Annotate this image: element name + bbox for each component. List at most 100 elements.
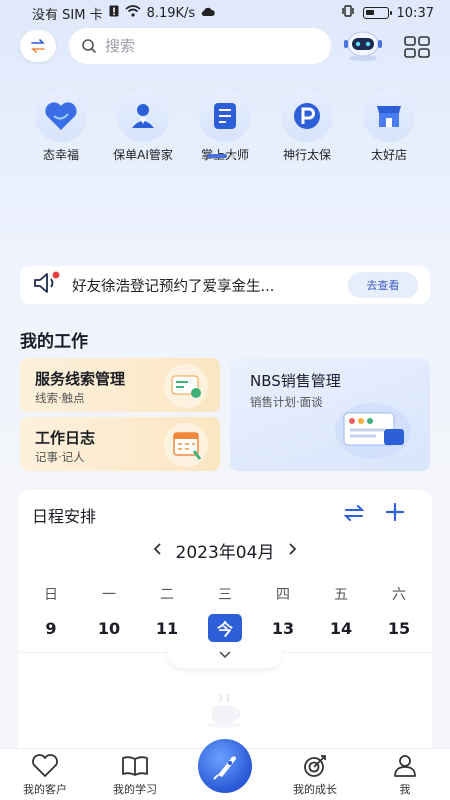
network-speed: 8.19K/s — [146, 5, 196, 21]
expand-calendar-button[interactable] — [168, 642, 282, 668]
weekday-label: 五 — [334, 587, 348, 603]
next-month-button[interactable] — [288, 541, 298, 560]
vibrate-icon — [341, 5, 355, 21]
day-cell[interactable]: 二 11 — [145, 584, 189, 642]
target-icon — [304, 755, 326, 777]
apps-pager — [207, 154, 235, 158]
today-badge: 今 — [208, 614, 242, 642]
current-month: 2023年04月 — [175, 543, 275, 563]
pager-dot-active — [207, 154, 227, 158]
day-number: 13 — [271, 618, 295, 638]
view-notice-button[interactable]: 去查看 — [348, 272, 418, 298]
battery-icon — [362, 7, 392, 19]
leads-icon — [164, 364, 208, 408]
day-cell[interactable]: 五 14 — [319, 584, 363, 642]
app-label: 保单AI管家 — [113, 148, 173, 162]
card-subtitle: 线索·触点 — [35, 391, 85, 405]
schedule-title: 日程安排 — [32, 507, 97, 526]
weekday-label: 日 — [44, 587, 58, 603]
p-logo-icon — [281, 90, 333, 142]
quick-apps: 态幸福 保单AI管家 掌上大师 神行太保 太好店 — [20, 90, 430, 163]
tab-my-customers[interactable]: 我的客户 — [5, 754, 85, 797]
card-subtitle: 记事·记人 — [35, 450, 85, 464]
tab-label: 我 — [399, 783, 411, 796]
weekday-label: 四 — [276, 587, 290, 603]
speaker-icon — [32, 271, 62, 299]
app-label: 态幸福 — [42, 148, 79, 162]
day-cell[interactable]: 六 15 — [377, 584, 421, 642]
day-number: 10 — [97, 618, 121, 638]
book-icon — [122, 756, 148, 776]
weekday-label: 一 — [102, 587, 116, 603]
agent-icon — [117, 90, 169, 142]
card-title: 服务线索管理 — [35, 370, 126, 388]
notice-bar[interactable]: 好友徐浩登记预约了爱享金生... 去查看 — [20, 266, 430, 304]
day-cell-today[interactable]: 三今 — [203, 584, 247, 642]
my-work-title: 我的工作 — [20, 332, 88, 352]
card-title: NBS销售管理 — [250, 372, 341, 390]
swap-icon — [31, 39, 45, 53]
calendar-log-icon — [164, 423, 208, 467]
chevron-left-icon — [153, 543, 161, 555]
wifi-icon — [125, 5, 141, 21]
app-label: 神行太保 — [282, 148, 331, 162]
person-icon — [394, 755, 416, 777]
tab-label: 我的成长 — [293, 783, 337, 796]
tab-home-rocket[interactable] — [185, 739, 265, 797]
search-bar[interactable] — [69, 28, 331, 64]
heart-icon — [35, 90, 87, 142]
chevron-right-icon — [289, 543, 297, 555]
rocket-icon — [198, 739, 252, 793]
schedule-switch-button[interactable] — [343, 502, 365, 524]
day-cell[interactable]: 一 10 — [87, 584, 131, 642]
grid-icon — [404, 36, 430, 58]
search-input[interactable] — [105, 37, 305, 55]
app-label: 太好店 — [370, 148, 407, 162]
top-bar — [0, 28, 450, 64]
switch-role-button[interactable] — [20, 30, 56, 62]
schedule-panel: 日程安排 2023年04月 日9 一 10 二 11 三今 四 13 五 14 六 15 — [18, 490, 432, 750]
day-number: 14 — [329, 618, 353, 638]
app-policy-ai[interactable]: 保单AI管家 — [102, 90, 184, 163]
notice-text: 好友徐浩登记预约了爱享金生... — [72, 278, 275, 295]
clock-time: 10:37 — [396, 5, 434, 21]
app-grid-button[interactable] — [404, 36, 430, 58]
document-icon — [199, 90, 251, 142]
cloud-icon — [201, 6, 215, 21]
tab-label: 我的学习 — [113, 783, 157, 796]
add-schedule-button[interactable] — [384, 501, 406, 523]
card-title: 工作日志 — [35, 429, 96, 447]
app-tai-xing-fu[interactable]: 态幸福 — [20, 90, 102, 163]
status-bar: 没有 SIM 卡 8.19K/s 10:37 — [0, 0, 450, 26]
day-number: 15 — [387, 618, 411, 638]
day-number: 9 — [45, 618, 57, 638]
store-icon — [363, 90, 415, 142]
app-zhang-shang-da-shi[interactable]: 掌上大师 — [184, 90, 266, 163]
weekday-label: 二 — [160, 587, 174, 603]
weekday-label: 六 — [392, 587, 406, 603]
app-tai-hao-dian[interactable]: 太好店 — [348, 90, 430, 163]
sales-board-icon — [332, 399, 414, 461]
week-strip: 日9 一 10 二 11 三今 四 13 五 14 六 15 — [18, 584, 432, 642]
app-shen-xing-tai-bao[interactable]: 神行太保 — [266, 90, 348, 163]
bottom-tab-bar: 我的客户 我的学习 我的成长 我 — [0, 739, 450, 800]
work-log-card[interactable]: 工作日志 记事·记人 — [20, 417, 220, 471]
search-icon — [82, 39, 96, 53]
day-number: 11 — [155, 618, 179, 638]
tab-me[interactable]: 我 — [365, 754, 445, 797]
prev-month-button[interactable] — [152, 541, 162, 560]
heart-outline-icon — [32, 754, 58, 777]
empty-state-coffee-icon — [200, 690, 250, 730]
sim-alert-icon — [109, 5, 119, 21]
ai-assistant-robot-icon[interactable] — [341, 28, 385, 62]
pager-dot — [231, 154, 235, 158]
chevron-down-icon — [219, 651, 231, 659]
day-cell[interactable]: 日9 — [29, 584, 73, 642]
tab-my-growth[interactable]: 我的成长 — [275, 754, 355, 797]
day-cell[interactable]: 四 13 — [261, 584, 305, 642]
tab-my-learning[interactable]: 我的学习 — [95, 754, 175, 797]
card-subtitle: 销售计划·面谈 — [250, 395, 323, 409]
nbs-sales-card[interactable]: NBS销售管理 销售计划·面谈 — [230, 358, 430, 471]
month-navigator: 2023年04月 — [18, 538, 432, 563]
service-leads-card[interactable]: 服务线索管理 线索·触点 — [20, 358, 220, 412]
